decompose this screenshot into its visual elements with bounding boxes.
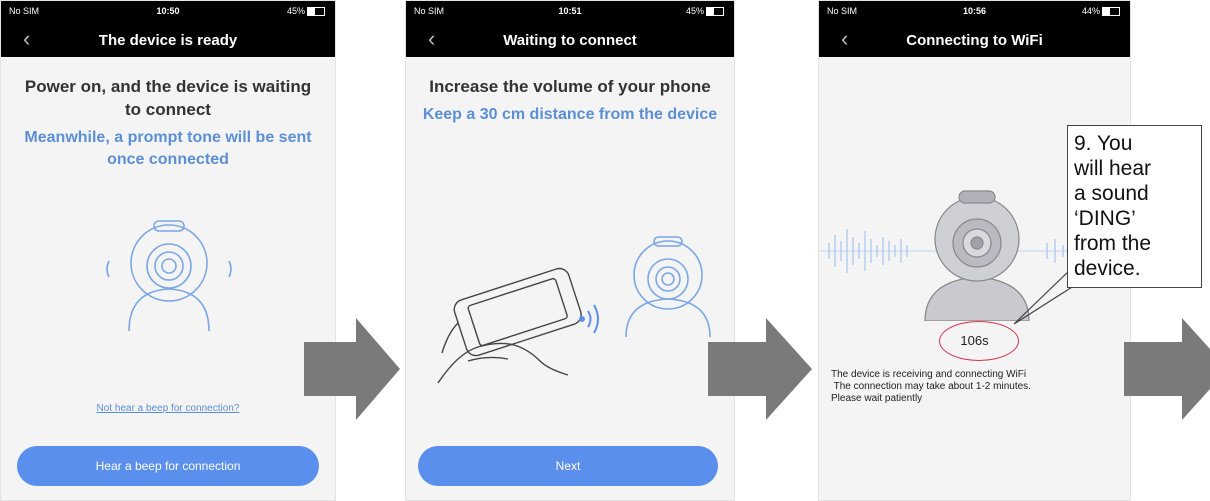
- instruction-heading: Increase the volume of your phone: [429, 77, 711, 96]
- instruction-heading: Power on, and the device is waiting to c…: [24, 77, 312, 119]
- sound-wave-icon: [579, 304, 599, 334]
- status-line: The device is receiving and connecting W…: [831, 369, 1027, 380]
- right-arrow-icon: [304, 318, 400, 420]
- nav-bar: ‹ Waiting to connect: [406, 23, 734, 57]
- next-button[interactable]: Next: [418, 446, 718, 486]
- callout-line: device.: [1074, 257, 1141, 280]
- battery-icon: [307, 7, 325, 17]
- battery-indicator: 44%: [1081, 6, 1120, 17]
- status-line: The connection may take about 1-2 minute…: [831, 381, 1031, 392]
- clock-label: 10:51: [558, 6, 582, 16]
- countdown-timer: 106s: [960, 333, 989, 348]
- hand-holding-phone-icon: [437, 267, 582, 384]
- clock-label: 10:50: [156, 6, 180, 16]
- nav-bar: ‹ Connecting to WiFi: [819, 23, 1130, 57]
- phone-screen-waiting-connect: No SIM 10:51 45% ‹ Waiting to connect In…: [405, 0, 735, 501]
- right-arrow-icon: [1124, 318, 1210, 420]
- battery-indicator: 45%: [685, 6, 724, 17]
- nav-bar: ‹ The device is ready: [1, 23, 335, 57]
- phone-screen-device-ready: No SIM 10:50 45% ‹ The device is ready P…: [0, 0, 336, 501]
- instruction-subheading: Keep a 30 cm distance from the device: [422, 106, 718, 123]
- callout-line: a sound: [1074, 182, 1149, 205]
- callout-line: from the: [1074, 232, 1152, 255]
- connection-status-text: The device is receiving and connecting W…: [831, 369, 1031, 405]
- no-beep-help-link[interactable]: Not hear a beep for connection?: [1, 403, 335, 414]
- battery-percent: 45%: [286, 6, 305, 16]
- battery-percent: 45%: [685, 6, 704, 16]
- status-line: Please wait patiently: [831, 393, 923, 404]
- screen-title: Connecting to WiFi: [906, 32, 1043, 49]
- hear-beep-button[interactable]: Hear a beep for connection: [17, 446, 319, 486]
- callout-line: 9. You: [1074, 132, 1133, 155]
- status-bar: No SIM 10:56 44%: [819, 1, 1130, 23]
- battery-icon: [706, 7, 724, 17]
- battery-indicator: 45%: [286, 6, 325, 17]
- callout-line: will hear: [1074, 157, 1152, 180]
- battery-icon: [1102, 7, 1120, 17]
- right-arrow-icon: [708, 318, 812, 420]
- annotation-callout: 9. You will hear a sound ‘DING’ from the…: [1067, 125, 1202, 288]
- screen-title: Waiting to connect: [503, 32, 637, 49]
- instruction-subheading: Meanwhile, a prompt tone will be sent on…: [24, 129, 312, 168]
- status-bar: No SIM 10:50 45%: [1, 1, 335, 23]
- callout-line: ‘DING’: [1074, 207, 1136, 230]
- status-bar: No SIM 10:51 45%: [406, 1, 734, 23]
- battery-percent: 44%: [1081, 6, 1100, 16]
- screen-title: The device is ready: [98, 32, 238, 49]
- webcam-icon: [106, 220, 232, 331]
